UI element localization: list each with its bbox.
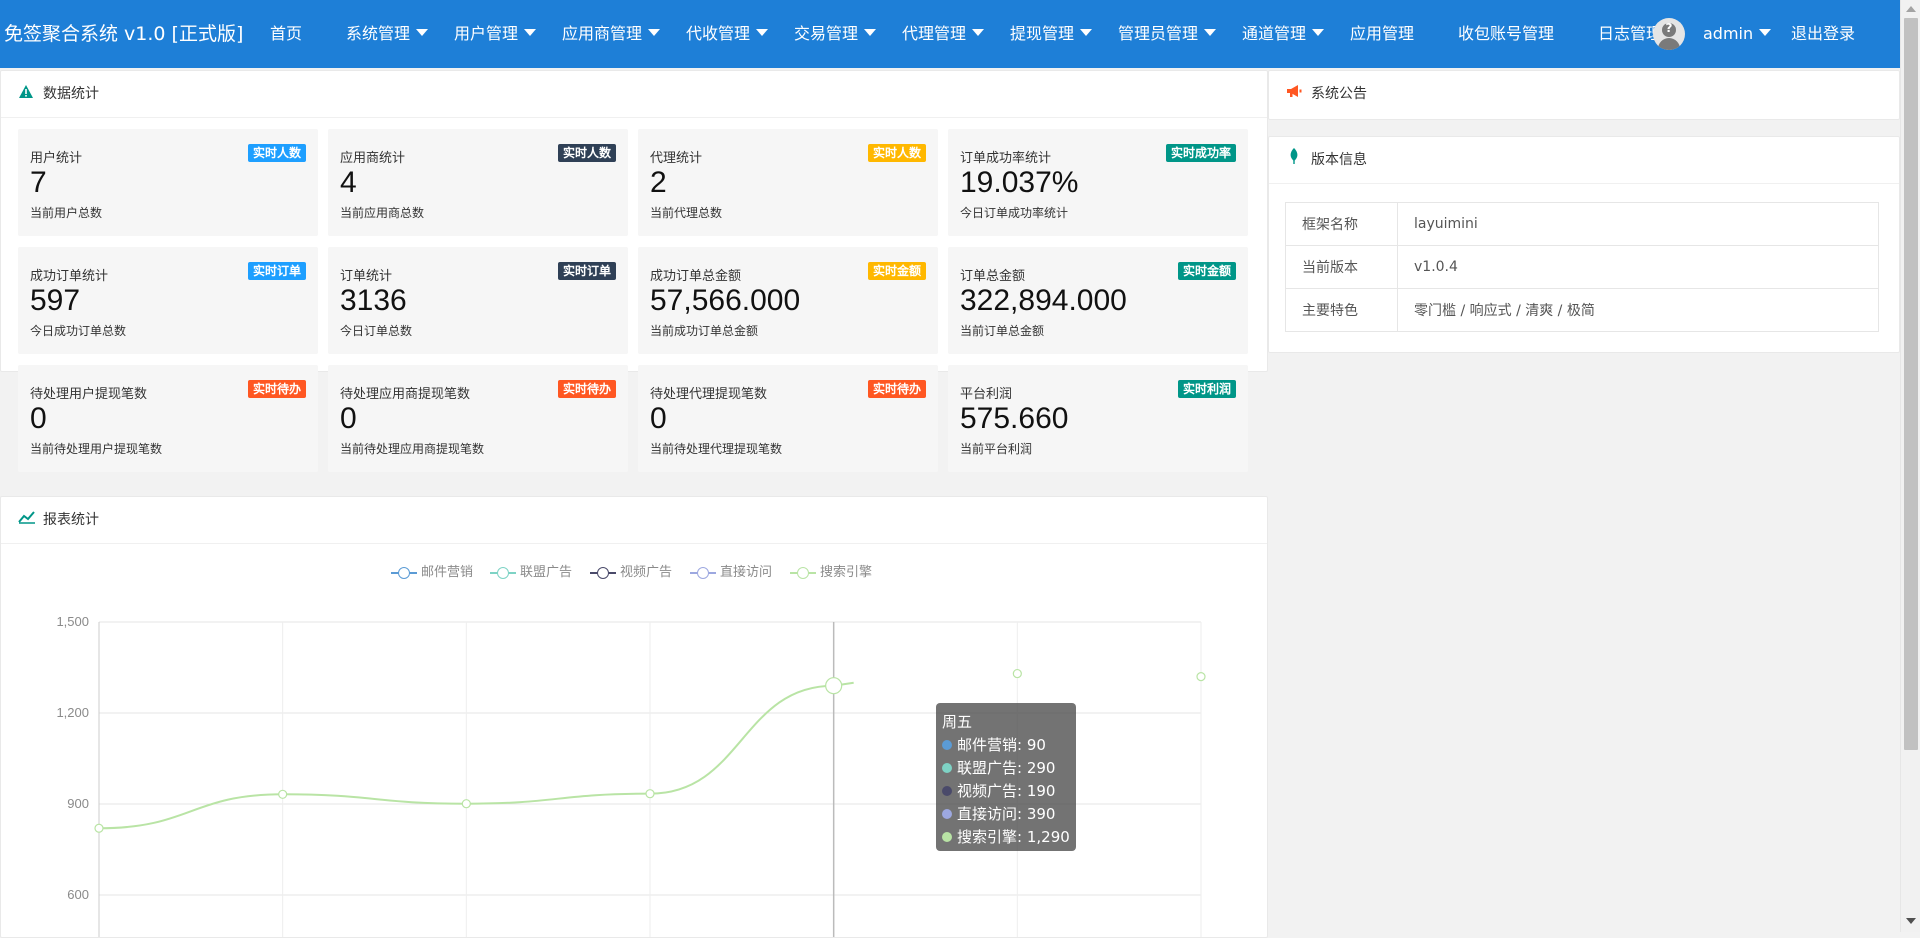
nav-apps[interactable]: 应用管理 xyxy=(1350,0,1414,68)
stat-card-agents: 代理统计 实时人数 2 当前代理总数 xyxy=(638,129,938,236)
table-row: 主要特色 零门槛 / 响应式 / 清爽 / 极简 xyxy=(1285,288,1879,332)
page-scrollbar[interactable] xyxy=(1900,0,1920,932)
nav-channels[interactable]: 通道管理 xyxy=(1242,0,1325,68)
data-point xyxy=(645,789,655,799)
stat-card-success-orders: 成功订单统计 实时订单 597 今日成功订单总数 xyxy=(18,247,318,354)
status-badge: 实时待办 xyxy=(557,380,616,398)
report-chart[interactable]: 1,500 1,200 900 600 xyxy=(1,497,1267,937)
status-badge: 实时金额 xyxy=(867,262,926,280)
data-point xyxy=(1196,672,1206,682)
y-tick-label: 900 xyxy=(67,796,89,811)
version-panel: 版本信息 框架名称 layuimini 当前版本 v1.0.4 主要特色 零门槛 / … xyxy=(1268,136,1900,353)
stat-card-total-amount: 订单总金额 实时金额 322,894.000 当前订单总金额 xyxy=(948,247,1248,354)
chevron-down-icon xyxy=(864,29,877,36)
app-brand[interactable]: 免签聚合系统 v1.0 [正式版] xyxy=(4,0,243,68)
status-badge: 实时人数 xyxy=(867,144,926,162)
megaphone-icon xyxy=(1286,71,1302,117)
chevron-down-icon xyxy=(1204,29,1217,36)
report-panel: 报表统计 邮件营销 联盟广告 视频广告 直接访问 搜索引擎 1,500 1,200… xyxy=(0,496,1268,938)
data-point xyxy=(461,799,471,809)
chevron-down-icon xyxy=(756,29,769,36)
status-badge: 实时利润 xyxy=(1177,380,1236,398)
nav-system[interactable]: 系统管理 xyxy=(346,0,429,68)
tooltip-item: 直接访问: 390 xyxy=(942,803,1070,826)
chevron-down-icon xyxy=(972,29,985,36)
table-row: 当前版本 v1.0.4 xyxy=(1285,245,1879,289)
question-mark-icon: ? xyxy=(1665,21,1673,35)
chevron-down-icon xyxy=(524,29,537,36)
avatar[interactable]: ? xyxy=(1653,18,1685,50)
series-line-4 xyxy=(98,681,854,830)
nav-collection[interactable]: 代收管理 xyxy=(686,0,769,68)
stat-card-merchants: 应用商统计 实时人数 4 当前应用商总数 xyxy=(328,129,628,236)
data-point xyxy=(1012,668,1022,679)
warning-icon xyxy=(18,71,34,117)
notice-panel-header: 系统公告 xyxy=(1269,71,1899,117)
scroll-up-arrow-icon[interactable] xyxy=(1906,6,1916,12)
nav-trade[interactable]: 交易管理 xyxy=(794,0,877,68)
panel-title: 数据统计 xyxy=(43,86,99,102)
nav-agents[interactable]: 代理管理 xyxy=(902,0,985,68)
data-point xyxy=(94,823,104,833)
stat-card-agent-withdraw: 待处理代理提现笔数 实时待办 0 当前待处理代理提现笔数 xyxy=(638,365,938,472)
stat-card-success-rate: 订单成功率统计 实时成功率 19.037% 今日订单成功率统计 xyxy=(948,129,1248,236)
nav-home[interactable]: 首页 xyxy=(270,0,302,68)
nav-withdraw[interactable]: 提现管理 xyxy=(1010,0,1093,68)
chart-tooltip: 周五 邮件营销: 90 联盟广告: 290 视频广告: 190 直接访问: 39… xyxy=(936,703,1076,851)
tooltip-item: 视频广告: 190 xyxy=(942,780,1070,803)
y-tick-label: 1,500 xyxy=(56,614,89,629)
chevron-down-icon xyxy=(1759,29,1772,36)
data-point xyxy=(825,677,843,695)
status-badge: 实时人数 xyxy=(247,144,306,162)
chevron-down-icon xyxy=(648,29,661,36)
status-badge: 实时金额 xyxy=(1177,262,1236,280)
status-badge: 实时待办 xyxy=(867,380,926,398)
nav-pay-accounts[interactable]: 收包账号管理 xyxy=(1458,0,1554,68)
nav-users[interactable]: 用户管理 xyxy=(454,0,537,68)
stat-card-orders: 订单统计 实时订单 3136 今日订单总数 xyxy=(328,247,628,354)
chevron-down-icon xyxy=(416,29,429,36)
stat-card-users: 用户统计 实时人数 7 当前用户总数 xyxy=(18,129,318,236)
version-panel-header: 版本信息 xyxy=(1269,137,1899,184)
version-table: 框架名称 layuimini 当前版本 v1.0.4 主要特色 零门槛 / 响应式 /… xyxy=(1285,202,1879,332)
data-point xyxy=(278,789,288,799)
y-tick-label: 600 xyxy=(67,887,89,902)
panel-title: 系统公告 xyxy=(1311,86,1367,102)
tooltip-item: 联盟广告: 290 xyxy=(942,757,1070,780)
stat-card-success-amount: 成功订单总金额 实时金额 57,566.000 当前成功订单总金额 xyxy=(638,247,938,354)
y-tick-label: 1,200 xyxy=(56,705,89,720)
user-menu[interactable]: admin xyxy=(1703,0,1772,68)
scroll-down-arrow-icon[interactable] xyxy=(1906,918,1916,924)
notice-panel: 系统公告 xyxy=(1268,70,1900,120)
leaf-icon xyxy=(1286,137,1302,183)
tooltip-item: 搜索引擎: 1,290 xyxy=(942,826,1070,849)
status-badge: 实时待办 xyxy=(247,380,306,398)
nav-admins[interactable]: 管理员管理 xyxy=(1118,0,1217,68)
panel-title: 版本信息 xyxy=(1311,152,1367,168)
nav-merchants[interactable]: 应用商管理 xyxy=(562,0,661,68)
chevron-down-icon xyxy=(1080,29,1093,36)
tooltip-item: 邮件营销: 90 xyxy=(942,734,1070,757)
top-header: 免签聚合系统 v1.0 [正式版] 首页 系统管理 用户管理 应用商管理 代收管… xyxy=(0,0,1900,68)
status-badge: 实时成功率 xyxy=(1165,144,1236,162)
status-badge: 实时订单 xyxy=(557,262,616,280)
status-badge: 实时人数 xyxy=(557,144,616,162)
logout-link[interactable]: 退出登录 xyxy=(1791,0,1855,68)
scrollbar-thumb[interactable] xyxy=(1904,18,1918,750)
stat-card-user-withdraw: 待处理用户提现笔数 实时待办 0 当前待处理用户提现笔数 xyxy=(18,365,318,472)
table-row: 框架名称 layuimini xyxy=(1285,202,1879,246)
status-badge: 实时订单 xyxy=(247,262,306,280)
stat-card-merchant-withdraw: 待处理应用商提现笔数 实时待办 0 当前待处理应用商提现笔数 xyxy=(328,365,628,472)
stat-card-profit: 平台利润 实时利润 575.660 当前平台利润 xyxy=(948,365,1248,472)
stats-panel-header: 数据统计 xyxy=(1,71,1267,118)
chevron-down-icon xyxy=(1312,29,1325,36)
